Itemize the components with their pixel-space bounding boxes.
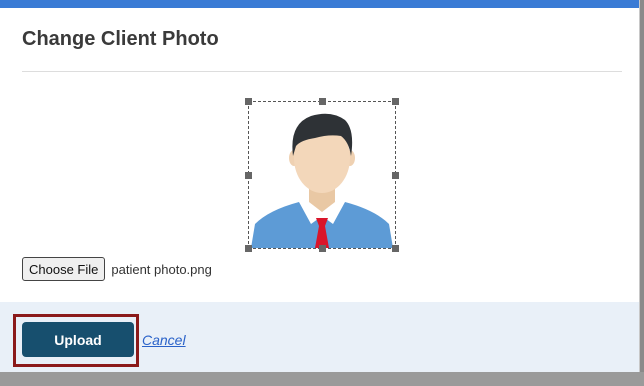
background-page-row xyxy=(0,372,644,386)
cancel-link[interactable]: Cancel xyxy=(142,332,186,348)
crop-handle-bottom-left[interactable] xyxy=(245,245,252,252)
change-photo-dialog: Change Client Photo Choose File patient … xyxy=(0,0,640,372)
crop-handle-top-left[interactable] xyxy=(245,98,252,105)
dialog-footer: Upload Cancel xyxy=(0,302,639,372)
title-divider xyxy=(22,71,622,72)
dialog-accent-bar xyxy=(0,0,639,8)
crop-handle-top-right[interactable] xyxy=(392,98,399,105)
dialog-title: Change Client Photo xyxy=(22,28,219,50)
file-input-row: Choose File patient photo.png xyxy=(22,257,212,281)
choose-file-button[interactable]: Choose File xyxy=(22,257,106,281)
crop-handle-top[interactable] xyxy=(319,98,326,105)
crop-handle-right[interactable] xyxy=(392,172,399,179)
crop-handle-bottom[interactable] xyxy=(319,245,326,252)
avatar-placeholder-icon xyxy=(251,113,393,248)
crop-handle-bottom-right[interactable] xyxy=(392,245,399,252)
crop-handle-left[interactable] xyxy=(245,172,252,179)
upload-button[interactable]: Upload xyxy=(22,322,134,357)
selected-file-name: patient photo.png xyxy=(111,261,212,277)
photo-crop-frame[interactable] xyxy=(245,98,399,252)
